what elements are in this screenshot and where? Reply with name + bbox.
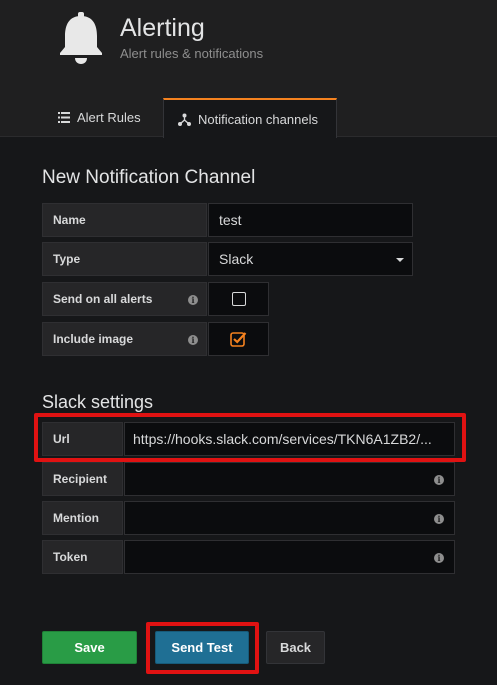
caret-down-icon (396, 258, 404, 262)
type-label: Type (42, 242, 207, 276)
name-input[interactable]: test (208, 203, 413, 237)
form-title: New Notification Channel (42, 167, 256, 188)
tab-notification-channels[interactable]: Notification channels (163, 98, 337, 138)
back-button[interactable]: Back (266, 631, 325, 664)
url-highlight-box (34, 413, 466, 462)
include-image-label-cell: Include image i (42, 322, 207, 356)
type-select-value: Slack (219, 251, 254, 267)
info-icon[interactable]: i (188, 295, 198, 305)
mention-row: Mention i (42, 501, 455, 535)
send-all-checkbox[interactable] (231, 292, 246, 306)
tab-label: Alert Rules (77, 110, 141, 125)
page-subtitle: Alert rules & notifications (120, 46, 264, 61)
send-all-checkbox-cell (208, 282, 269, 316)
bell-icon (60, 12, 102, 64)
send-all-row: Send on all alerts i (42, 282, 269, 316)
mention-input[interactable]: i (124, 501, 455, 535)
slack-settings-title: Slack settings (42, 392, 154, 412)
share-nodes-icon (178, 113, 191, 126)
save-button[interactable]: Save (42, 631, 137, 664)
info-icon[interactable]: i (434, 553, 444, 563)
mention-label: Mention (42, 501, 123, 535)
recipient-input[interactable]: i (124, 462, 455, 496)
send-all-label-cell: Send on all alerts i (42, 282, 207, 316)
info-icon[interactable]: i (434, 514, 444, 524)
recipient-row: Recipient i (42, 462, 455, 496)
recipient-label: Recipient (42, 462, 123, 496)
type-select[interactable]: Slack (208, 242, 413, 276)
info-icon[interactable]: i (434, 475, 444, 485)
include-image-checkbox[interactable] (230, 331, 247, 347)
name-row: Name test (42, 203, 413, 237)
send-test-highlight-box (146, 622, 259, 674)
page-header: Alerting Alert rules & notifications Ale… (0, 0, 497, 138)
send-all-label: Send on all alerts (53, 292, 153, 306)
info-icon[interactable]: i (188, 335, 198, 345)
token-label: Token (42, 540, 123, 574)
type-row: Type Slack (42, 242, 413, 276)
token-input[interactable]: i (124, 540, 455, 574)
tab-label: Notification channels (198, 111, 318, 127)
name-label: Name (42, 203, 207, 237)
tab-alert-rules[interactable]: Alert Rules (46, 98, 158, 137)
include-image-row: Include image i (42, 322, 269, 356)
include-image-checkbox-cell (208, 322, 269, 356)
token-row: Token i (42, 540, 455, 574)
page-title: Alerting (120, 14, 205, 42)
list-icon (58, 112, 70, 123)
include-image-label: Include image (53, 332, 134, 346)
